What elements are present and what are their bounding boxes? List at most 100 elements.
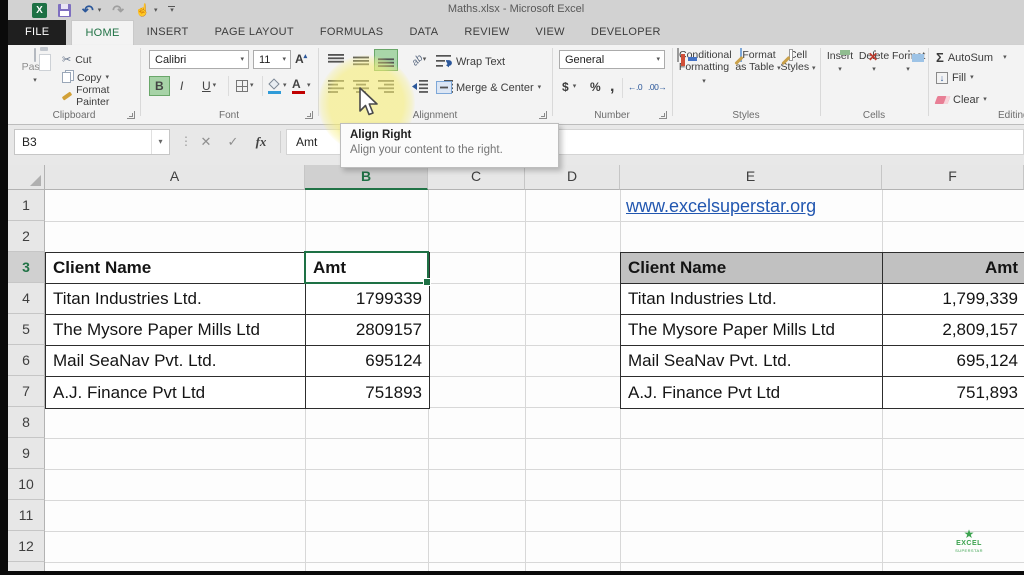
tab-home[interactable]: HOME: [71, 20, 134, 45]
number-format-combobox[interactable]: General ▾: [559, 50, 665, 69]
autosum-button[interactable]: Σ AutoSum ▾: [936, 50, 1007, 65]
table-cell[interactable]: A.J. Finance Pvt Ltd: [621, 377, 883, 408]
column-header-c[interactable]: C: [428, 165, 525, 190]
format-painter-button[interactable]: Format Painter: [61, 84, 140, 108]
right-table-header-name[interactable]: Client Name: [621, 253, 883, 284]
top-align-button[interactable]: [324, 49, 348, 71]
font-size-combobox[interactable]: 11 ▾: [253, 50, 291, 69]
table-cell[interactable]: A.J. Finance Pvt Ltd: [46, 377, 306, 408]
cut-button[interactable]: ✂ Cut: [62, 51, 92, 68]
number-dialog-launcher-icon[interactable]: [659, 111, 667, 119]
row-header-12[interactable]: 12: [8, 531, 45, 562]
alignment-dialog-launcher-icon[interactable]: [539, 111, 547, 119]
row-header-1[interactable]: 1: [8, 190, 45, 221]
cell-styles-button[interactable]: Cell Styles ▾: [780, 49, 816, 74]
underline-button[interactable]: U ▾: [202, 76, 216, 96]
fill-button[interactable]: ↓ Fill ▾: [936, 72, 974, 84]
column-header-b[interactable]: B: [305, 165, 428, 190]
right-table-header-amt[interactable]: Amt: [883, 253, 1024, 284]
center-button[interactable]: [349, 75, 373, 97]
decrease-decimal-button[interactable]: .00→: [648, 78, 667, 95]
left-table-header-amt[interactable]: Amt: [306, 253, 429, 284]
table-cell[interactable]: 2,809,157: [883, 315, 1024, 346]
row-header-9[interactable]: 9: [8, 438, 45, 469]
format-as-table-button[interactable]: Format as Table ▾: [734, 48, 782, 74]
clear-button[interactable]: Clear ▾: [934, 94, 987, 106]
increase-decimal-button[interactable]: ←.0: [628, 78, 643, 95]
tab-file[interactable]: FILE: [8, 20, 67, 45]
table-cell[interactable]: The Mysore Paper Mills Ltd: [621, 315, 883, 346]
insert-function-button[interactable]: fx: [249, 129, 273, 155]
align-left-button[interactable]: [324, 75, 348, 97]
table-cell[interactable]: The Mysore Paper Mills Ltd: [46, 315, 306, 346]
align-right-button[interactable]: [374, 75, 398, 97]
borders-button[interactable]: ▾: [236, 76, 254, 96]
row-header-3[interactable]: 3: [8, 252, 45, 283]
italic-button[interactable]: I: [180, 76, 183, 96]
column-header-a[interactable]: A: [45, 165, 305, 190]
hyperlink-excelsuperstar[interactable]: www.excelsuperstar.org: [626, 192, 816, 221]
paste-button[interactable]: Paste ▾: [14, 48, 56, 113]
bottom-align-button[interactable]: [374, 49, 398, 71]
tab-view[interactable]: VIEW: [523, 20, 578, 45]
merge-center-button[interactable]: Merge & Center ▾: [436, 79, 541, 96]
conditional-formatting-button[interactable]: Conditional Formatting ▾: [677, 48, 732, 86]
comma-style-button[interactable]: ,: [610, 78, 614, 95]
formula-bar-divider: [280, 131, 281, 153]
clipboard-dialog-launcher-icon[interactable]: [127, 111, 135, 119]
orientation-button[interactable]: ab ▾: [407, 49, 431, 71]
table-cell[interactable]: Titan Industries Ltd.: [621, 284, 883, 315]
tab-insert[interactable]: INSERT: [134, 20, 202, 45]
name-box-caret-icon[interactable]: ▾: [151, 130, 169, 154]
accounting-format-button[interactable]: $ ▾: [562, 78, 576, 95]
table-cell[interactable]: 1,799,339: [883, 284, 1024, 315]
percent-style-button[interactable]: %: [590, 78, 601, 95]
select-all-button[interactable]: [8, 165, 45, 190]
table-cell[interactable]: 1799339: [306, 284, 429, 315]
row-header-2[interactable]: 2: [8, 221, 45, 252]
table-cell[interactable]: Titan Industries Ltd.: [46, 284, 306, 315]
row-header-5[interactable]: 5: [8, 314, 45, 345]
tab-developer[interactable]: DEVELOPER: [578, 20, 674, 45]
tab-page-layout[interactable]: PAGE LAYOUT: [202, 20, 307, 45]
confirm-entry-button[interactable]: ✓: [221, 129, 245, 155]
table-cell[interactable]: Mail SeaNav Pvt. Ltd.: [621, 346, 883, 377]
row-header-7[interactable]: 7: [8, 376, 45, 407]
fill-color-button[interactable]: ▾: [268, 76, 287, 96]
tab-review[interactable]: REVIEW: [451, 20, 522, 45]
cancel-entry-button[interactable]: ✕: [194, 129, 218, 155]
tab-formulas[interactable]: FORMULAS: [307, 20, 397, 45]
row-header-6[interactable]: 6: [8, 345, 45, 376]
row-header-10[interactable]: 10: [8, 469, 45, 500]
insert-cells-button[interactable]: Insert ▾: [824, 50, 856, 74]
middle-align-button[interactable]: [349, 49, 373, 71]
table-cell[interactable]: 695,124: [883, 346, 1024, 377]
row-header-4[interactable]: 4: [8, 283, 45, 314]
format-cells-button[interactable]: Format ▾: [892, 50, 925, 74]
tab-data[interactable]: DATA: [396, 20, 451, 45]
grow-font-button[interactable]: A▴: [295, 52, 307, 66]
column-header-f[interactable]: F: [882, 165, 1024, 190]
left-table-header-name[interactable]: Client Name: [46, 253, 306, 284]
font-dialog-launcher-icon[interactable]: [305, 111, 313, 119]
column-header-d[interactable]: D: [525, 165, 620, 190]
table-cell[interactable]: 695124: [306, 346, 429, 377]
column-header-e[interactable]: E: [620, 165, 882, 190]
name-box[interactable]: B3 ▾: [14, 129, 170, 155]
insert-caret-icon: ▾: [838, 66, 842, 73]
table-cell[interactable]: 751,893: [883, 377, 1024, 408]
delete-cells-button[interactable]: ✕ Delete ▾: [858, 50, 890, 74]
row-header-11[interactable]: 11: [8, 500, 45, 531]
row-header-8[interactable]: 8: [8, 407, 45, 438]
font-color-button[interactable]: A ▾: [292, 76, 311, 96]
bold-button[interactable]: B: [149, 76, 170, 96]
table-cell[interactable]: 2809157: [306, 315, 429, 346]
fill-color-icon: [268, 77, 281, 94]
font-family-combobox[interactable]: Calibri ▾: [149, 50, 249, 69]
table-cell[interactable]: Mail SeaNav Pvt. Ltd.: [46, 346, 306, 377]
wrap-text-button[interactable]: Wrap Text: [436, 53, 505, 70]
tooltip-align-right: Align Right Align your content to the ri…: [340, 123, 559, 168]
left-table: Client Name Amt Titan Industries Ltd. 17…: [45, 252, 430, 409]
table-cell[interactable]: 751893: [306, 377, 429, 408]
decrease-indent-button[interactable]: [407, 75, 431, 97]
